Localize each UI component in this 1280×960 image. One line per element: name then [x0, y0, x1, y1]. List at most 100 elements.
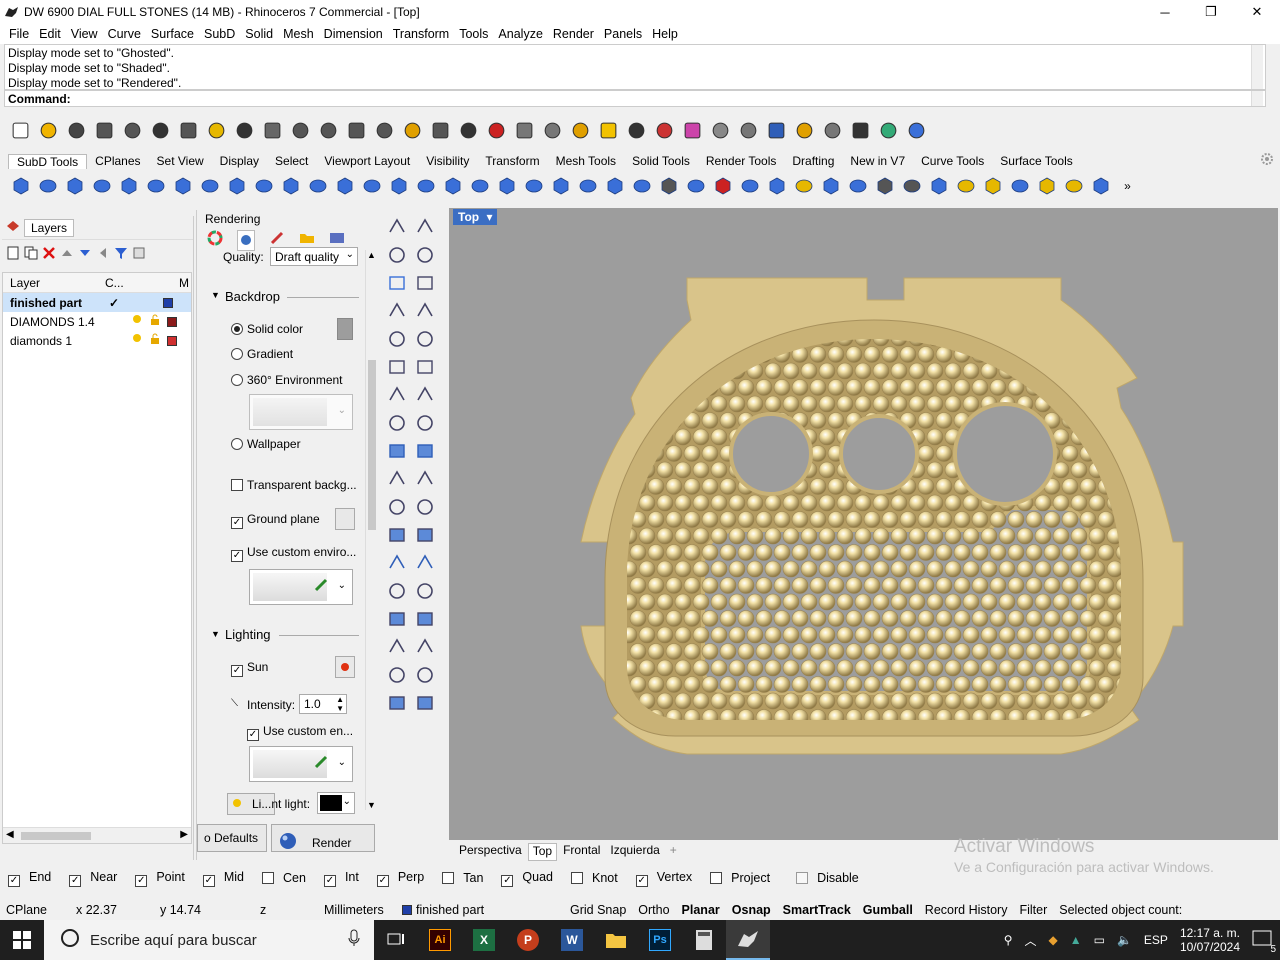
restore-button[interactable]: ❐: [1188, 0, 1234, 24]
zoom-window-icon[interactable]: [344, 118, 369, 143]
light-icon[interactable]: [596, 118, 621, 143]
col-current[interactable]: C...: [99, 276, 179, 290]
osnap-end-checkbox[interactable]: ✓ End: [8, 870, 60, 887]
vertical-tool-33-icon[interactable]: [386, 664, 410, 688]
gear-options-icon[interactable]: [820, 118, 845, 143]
tab-top[interactable]: Top: [527, 843, 558, 861]
wallpaper-radio[interactable]: Wallpaper: [231, 437, 301, 451]
scroll-left-icon[interactable]: ◀: [6, 829, 14, 840]
render-settings-icon[interactable]: [237, 230, 255, 251]
cut-icon[interactable]: [148, 118, 173, 143]
layer-color-swatch[interactable]: [167, 335, 177, 346]
menu-analyze[interactable]: Analyze: [493, 27, 547, 41]
ground-plane-checkbox[interactable]: ✓ Ground plane: [231, 512, 320, 529]
vertical-tool-32-icon[interactable]: [414, 636, 438, 660]
vertical-tool-13-icon[interactable]: [386, 384, 410, 408]
task-view-icon[interactable]: [374, 920, 418, 960]
people-icon[interactable]: ⚲: [1004, 933, 1013, 947]
subd-tool-39-icon[interactable]: [1034, 174, 1059, 199]
light-env-thumbnail[interactable]: ⌄: [249, 746, 353, 782]
sphere-icon[interactable]: [708, 118, 733, 143]
subd-tool-27-icon[interactable]: [710, 174, 735, 199]
filter-icon[interactable]: [114, 246, 128, 263]
subd-tool-24-icon[interactable]: [629, 174, 654, 199]
current-layer[interactable]: finished part: [396, 903, 564, 917]
menu-file[interactable]: File: [4, 27, 34, 41]
tab-curve-tools[interactable]: Curve Tools: [913, 154, 992, 168]
smarttrack-toggle[interactable]: SmartTrack: [777, 903, 857, 917]
layer-row[interactable]: finished part ✓: [3, 293, 191, 312]
subd-tool-3-icon[interactable]: [62, 174, 87, 199]
vertical-tool-8-icon[interactable]: [414, 300, 438, 324]
cplane-label[interactable]: CPlane: [0, 903, 70, 917]
restore-defaults-button[interactable]: o Defaults: [197, 824, 267, 852]
intensity-input[interactable]: 1.0 ▲ ▼: [299, 694, 347, 714]
word-icon[interactable]: W: [550, 920, 594, 960]
ground-plane-settings-icon[interactable]: [335, 508, 355, 530]
help-icon[interactable]: [904, 118, 929, 143]
file-explorer-icon[interactable]: [594, 920, 638, 960]
sun-checkbox[interactable]: ✓ Sun: [231, 660, 268, 677]
scroll-right-icon[interactable]: ▶: [180, 829, 188, 840]
osnap-project-checkbox[interactable]: Project: [710, 871, 779, 885]
subd-tool-37-icon[interactable]: [980, 174, 1005, 199]
subd-tool-35-icon[interactable]: [926, 174, 951, 199]
tab-render-tools[interactable]: Render Tools: [698, 154, 785, 168]
vertical-tool-7-icon[interactable]: [386, 300, 410, 324]
tab-new-in-v7[interactable]: New in V7: [842, 154, 913, 168]
vertical-tool-16-icon[interactable]: [414, 412, 438, 436]
google-drive-icon[interactable]: ▲: [1070, 933, 1082, 947]
layer-color-swatch[interactable]: [167, 316, 177, 327]
backdrop-collapse-icon[interactable]: ▼: [211, 290, 220, 300]
gradient-radio[interactable]: Gradient: [231, 347, 293, 361]
tab-surface-tools[interactable]: Surface Tools: [992, 154, 1081, 168]
color-wheel-icon[interactable]: [207, 230, 223, 251]
tab-drafting[interactable]: Drafting: [784, 154, 842, 168]
rhino-taskbar-icon[interactable]: [726, 920, 770, 960]
import-icon[interactable]: [120, 118, 145, 143]
quality-dropdown[interactable]: Draft quality ⌄: [270, 247, 358, 266]
tab-perspectiva[interactable]: Perspectiva: [455, 843, 526, 861]
subd-tool-13-icon[interactable]: [332, 174, 357, 199]
subd-tool-41-icon[interactable]: [1088, 174, 1113, 199]
vertical-tool-31-icon[interactable]: [386, 636, 410, 660]
subd-tool-40-icon[interactable]: [1061, 174, 1086, 199]
subd-tool-30-icon[interactable]: [791, 174, 816, 199]
layer-color-swatch[interactable]: [163, 297, 173, 308]
menu-mesh[interactable]: Mesh: [278, 27, 319, 41]
subd-tool-7-icon[interactable]: [170, 174, 195, 199]
record-history-toggle[interactable]: Record History: [919, 903, 1014, 917]
globe-icon[interactable]: [876, 118, 901, 143]
open-file-icon[interactable]: [36, 118, 61, 143]
vertical-tool-6-icon[interactable]: [414, 272, 438, 296]
menu-panels[interactable]: Panels: [599, 27, 647, 41]
subd-tool-16-icon[interactable]: [413, 174, 438, 199]
tab-select[interactable]: Select: [267, 154, 316, 168]
snap-icon[interactable]: [568, 118, 593, 143]
transparent-checkbox[interactable]: Transparent backg...: [231, 478, 357, 492]
units-label[interactable]: Millimeters: [318, 903, 396, 917]
subd-tool-25-icon[interactable]: [656, 174, 681, 199]
minimize-button[interactable]: ─: [1142, 0, 1188, 24]
grid-snap-toggle[interactable]: Grid Snap: [564, 903, 632, 917]
vertical-tool-24-icon[interactable]: [414, 524, 438, 548]
subd-tool-26-icon[interactable]: [683, 174, 708, 199]
layer-state-icon[interactable]: [132, 246, 146, 263]
backdrop-color-swatch[interactable]: [337, 318, 353, 340]
col-material[interactable]: M: [179, 276, 189, 290]
delete-layer-icon[interactable]: [42, 246, 56, 263]
color-wheel-icon[interactable]: [680, 118, 705, 143]
material-icon[interactable]: [652, 118, 677, 143]
tab-mesh-tools[interactable]: Mesh Tools: [548, 154, 624, 168]
osnap-tan-checkbox[interactable]: Tan: [442, 871, 492, 885]
lock-icon[interactable]: [624, 118, 649, 143]
subd-tool-9-icon[interactable]: [224, 174, 249, 199]
notifications-icon[interactable]: 5: [1252, 930, 1276, 955]
taskbar-search-input[interactable]: Escribe aquí para buscar: [44, 920, 374, 960]
tray-app-icon[interactable]: ◆: [1049, 933, 1058, 947]
vertical-tool-17-icon[interactable]: [386, 440, 410, 464]
menu-subd[interactable]: SubD: [199, 27, 240, 41]
rebuild-icon[interactable]: [848, 118, 873, 143]
subd-tool-6-icon[interactable]: [143, 174, 168, 199]
subd-tool-4-icon[interactable]: [89, 174, 114, 199]
